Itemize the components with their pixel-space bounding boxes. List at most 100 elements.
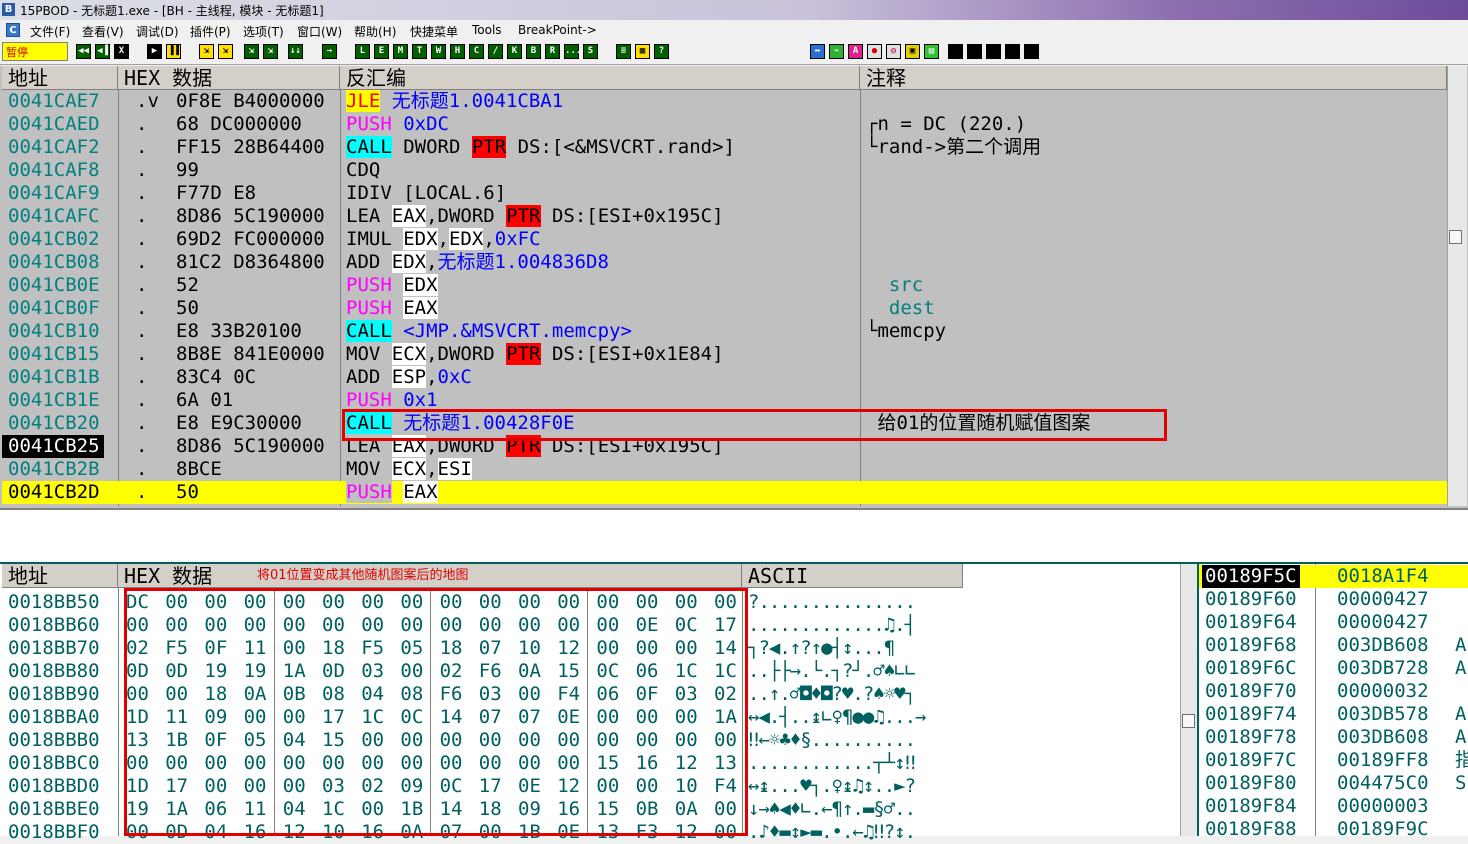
row-instruction[interactable]: CDQ — [346, 159, 380, 182]
stack-row[interactable]: 00189F60 00000427 — [1199, 588, 1468, 611]
disasm-row[interactable]: 0041CB10. E8 33B20100 CALL <JMP.&MSVCRT.me… — [2, 320, 1447, 343]
dump-ascii[interactable]: ↓→♠◀♦∟.←¶↑.▬§♂.. — [748, 798, 938, 821]
menu-tools[interactable]: Tools — [472, 23, 502, 37]
dump-address[interactable]: 0018BBC0 — [8, 752, 100, 775]
row-instruction[interactable]: MOV ECX,ESI — [346, 458, 472, 481]
stack-address[interactable]: 00189F80 — [1205, 772, 1297, 795]
menu-plugins[interactable]: 插件(P) — [190, 23, 231, 40]
row-instruction[interactable]: ADD ESP,0xC — [346, 366, 472, 389]
stack-address[interactable]: 00189F60 — [1205, 588, 1297, 611]
col-header-comment[interactable]: 注释 — [860, 66, 1447, 90]
row-address[interactable]: 0041CAF9 — [8, 182, 100, 205]
stack-address[interactable]: 00189F6C — [1205, 657, 1297, 680]
dump-address[interactable]: 0018BB90 — [8, 683, 100, 706]
stack-value[interactable]: 003DB578 — [1337, 703, 1429, 726]
row-address[interactable]: 0041CB0E — [8, 274, 100, 297]
stack-address[interactable]: 00189F68 — [1205, 634, 1297, 657]
menu-breakpoint[interactable]: BreakPoint-> — [518, 23, 597, 37]
plugin-slot-1-icon[interactable] — [948, 44, 963, 59]
disasm-scroll-thumb[interactable] — [1449, 230, 1462, 244]
dump-address[interactable]: 0018BBD0 — [8, 775, 100, 798]
stack-value[interactable]: 00000003 — [1337, 795, 1429, 818]
menu-window[interactable]: 窗口(W) — [297, 23, 342, 40]
stack-value[interactable]: 003DB608 — [1337, 634, 1429, 657]
stack-value[interactable]: 003DB728 — [1337, 657, 1429, 680]
plugin-target-icon[interactable]: ◎ — [886, 44, 901, 59]
plugin-slot-5-icon[interactable] — [1024, 44, 1039, 59]
stack-value[interactable]: 00189FF8 — [1337, 749, 1429, 772]
stack-row[interactable]: 00189F64 00000427 — [1199, 611, 1468, 634]
row-address[interactable]: 0041CAE7 — [8, 90, 100, 113]
stack-row[interactable]: 00189F88 00189F9C — [1199, 818, 1468, 841]
menu-options[interactable]: 选项(T) — [243, 23, 284, 40]
dump-scroll-thumb[interactable] — [1182, 714, 1195, 728]
goto-icon[interactable]: → — [322, 44, 337, 59]
run-icon[interactable]: ▶ — [147, 44, 162, 59]
disasm-scrollbar[interactable] — [1447, 66, 1467, 506]
references-button[interactable]: R — [545, 44, 560, 59]
dump-scrollbar[interactable] — [1180, 564, 1198, 836]
call-stack-button[interactable]: K — [507, 44, 522, 59]
stack-value[interactable]: 00000032 — [1337, 680, 1429, 703]
stack-address[interactable]: 00189F74 — [1205, 703, 1297, 726]
row-address[interactable]: 0041CB1B — [8, 366, 100, 389]
stack-value[interactable]: 00000427 — [1337, 588, 1429, 611]
disasm-row[interactable]: 0041CB15. 8B8E 841E0000 MOV ECX,DWORD PTR … — [2, 343, 1447, 366]
dump-ascii[interactable]: .............♫.┤ — [748, 614, 938, 637]
row-address[interactable]: 0041CB2B — [8, 458, 100, 481]
plugin-hook-icon[interactable]: ⌁ — [829, 44, 844, 59]
stack-row[interactable]: 00189F68 003DB608 A — [1199, 634, 1468, 657]
terminate-icon[interactable]: X — [114, 44, 129, 59]
patches-button[interactable]: / — [488, 44, 503, 59]
dump-ascii[interactable]: ↔◀.┤..↨∟♀¶●●♫...→ — [748, 706, 938, 729]
disasm-row[interactable]: 0041CB2B. 8BCE MOV ECX,ESI — [2, 458, 1447, 481]
menu-shortcut[interactable]: 快捷菜单 — [410, 23, 458, 40]
handles-button[interactable]: H — [450, 44, 465, 59]
row-address[interactable]: 0041CB15 — [8, 343, 100, 366]
row-address[interactable]: 0041CB25 — [2, 435, 104, 458]
disasm-row[interactable]: 0041CAE7 .v 0F8E B4000000 JLE 无标题1.0041CBA1 — [2, 90, 1447, 113]
stack-pane[interactable]: 00189F5C 0018A1F4 00189F60 00000427 00189F64… — [1197, 564, 1468, 840]
row-address[interactable]: 0041CAF8 — [8, 159, 100, 182]
dump-address[interactable]: 0018BB70 — [8, 637, 100, 660]
row-address[interactable]: 0041CAF2 — [8, 136, 100, 159]
windows-button[interactable]: W — [431, 44, 446, 59]
dump-address[interactable]: 0018BBF0 — [8, 821, 100, 844]
row-instruction[interactable]: IMUL EDX,EDX,0xFC — [346, 228, 541, 251]
row-address[interactable]: 0041CB20 — [8, 412, 100, 435]
dump-header-ascii[interactable]: ASCII — [742, 564, 963, 588]
close-program-icon[interactable]: ◀▐ — [95, 44, 110, 59]
row-instruction[interactable]: ADD EDX,无标题1.004836D8 — [346, 251, 609, 274]
memory-map-button[interactable]: M — [393, 44, 408, 59]
stack-row[interactable]: 00189F78 003DB608 A — [1199, 726, 1468, 749]
stack-address[interactable]: 00189F78 — [1205, 726, 1297, 749]
stack-address[interactable]: 00189F70 — [1205, 680, 1297, 703]
disasm-row[interactable]: 0041CAF2. FF15 28B64400 CALL DWORD PTR DS:… — [2, 136, 1447, 159]
row-address[interactable]: 0041CAFC — [8, 205, 100, 228]
plugin-record-icon[interactable]: ● — [867, 44, 882, 59]
stack-row[interactable]: 00189F80 004475C0 S — [1199, 772, 1468, 795]
dump-address[interactable]: 0018BB60 — [8, 614, 100, 637]
disasm-row[interactable]: 0041CAF9. F77D E8 IDIV [LOCAL.6] — [2, 182, 1447, 205]
source-button[interactable]: S — [583, 44, 598, 59]
cpu-button[interactable]: C — [469, 44, 484, 59]
row-address[interactable]: 0041CB02 — [8, 228, 100, 251]
disasm-row[interactable]: 0041CB1B. 83C4 0C ADD ESP,0xC — [2, 366, 1447, 389]
row-address[interactable]: 0041CAED — [8, 113, 100, 136]
plugin-slot-4-icon[interactable] — [1005, 44, 1020, 59]
row-address[interactable]: 0041CB2D — [8, 481, 100, 504]
pause-icon[interactable]: ▐▐ — [166, 44, 181, 59]
cpu-window-icon[interactable]: C — [6, 23, 20, 37]
stack-row[interactable]: 00189F5C 0018A1F4 — [1199, 565, 1468, 588]
col-header-hex[interactable]: HEX 数据 — [118, 66, 340, 90]
dump-ascii[interactable]: .♪♦▬↕►▬.•.←♫‼?↕. — [748, 821, 938, 844]
dump-ascii[interactable]: ?............... — [748, 591, 938, 614]
row-instruction[interactable]: IDIV [LOCAL.6] — [346, 182, 506, 205]
dump-address[interactable]: 0018BB50 — [8, 591, 100, 614]
row-instruction[interactable]: JLE 无标题1.0041CBA1 — [346, 90, 563, 113]
plugin-slot-2-icon[interactable] — [967, 44, 982, 59]
stack-value[interactable]: 003DB608 — [1337, 726, 1429, 749]
menu-debug[interactable]: 调试(D) — [136, 23, 179, 40]
stack-row[interactable]: 00189F84 00000003 — [1199, 795, 1468, 818]
dump-address[interactable]: 0018BBE0 — [8, 798, 100, 821]
